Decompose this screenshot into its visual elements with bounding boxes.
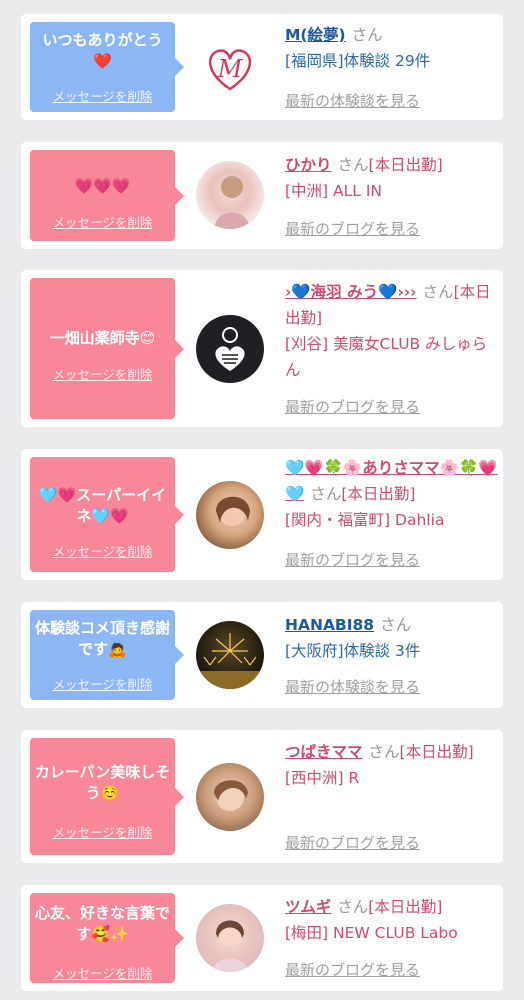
delete-message-link[interactable]: メッセージを削除 [30, 822, 175, 841]
delete-message-link[interactable]: メッセージを削除 [30, 541, 175, 560]
latest-blog-link[interactable]: 最新のブログを見る [285, 959, 420, 980]
working-today-badge: [本日出勤] [399, 743, 474, 761]
avatar[interactable] [196, 315, 264, 383]
honorific: さん [380, 616, 412, 634]
message-card: 一畑山薬師寺😊 メッセージを削除 ›💙海羽 みう💙››› さん[本日出勤] [刈谷… [21, 270, 503, 427]
delete-message-link[interactable]: メッセージを削除 [30, 674, 175, 693]
svg-text:M: M [217, 55, 244, 83]
fireworks-avatar-icon [196, 633, 264, 689]
latest-review-link[interactable]: 最新の体験談を見る [285, 90, 420, 111]
delete-message-link[interactable]: メッセージを削除 [30, 212, 175, 231]
working-today-badge: [本日出勤] [341, 485, 416, 503]
avatar-photo-icon [212, 920, 248, 972]
sender-location: [梅田] NEW CLUB Labo [285, 924, 458, 942]
sender-location: [関内・福富町] Dahlia [285, 511, 445, 529]
message-bubble: 🩵💗スーパーイイネ🩵💗 メッセージを削除 [30, 457, 184, 572]
message-bubble: いつもありがとう ❤️ メッセージを削除 [30, 22, 184, 112]
message-bubble: 一畑山薬師寺😊 メッセージを削除 [30, 278, 184, 419]
sender-info: ›💙海羽 みう💙››› さん[本日出勤] [刈谷] 美魔女CLUB みしゅらん [285, 279, 499, 383]
message-text: 💗💗💗 [74, 177, 131, 195]
message-text: いつもありがとう ❤️ [42, 31, 163, 70]
avatar[interactable] [196, 904, 264, 972]
sender-location: [刈谷] 美魔女CLUB みしゅらん [285, 335, 488, 379]
working-today-badge: [本日出勤] [368, 156, 443, 174]
message-card: 💗💗💗 メッセージを削除 ひかり さん[本日出勤] [中洲] ALL IN 最新の… [21, 142, 503, 249]
honorific: さん [422, 283, 454, 301]
honorific: さん [310, 485, 342, 503]
honorific: さん [351, 26, 383, 44]
avatar[interactable] [196, 621, 264, 689]
message-card: 心友、好きな言葉です🥰✨ メッセージを削除 ツムギ さん[本日出勤] [梅田] N… [21, 885, 503, 991]
sender-info: つばきママ さん[本日出勤] [西中洲] R [285, 739, 499, 791]
avatar[interactable] [196, 481, 264, 549]
message-text: 🩵💗スーパーイイネ🩵💗 [38, 486, 167, 525]
latest-blog-link[interactable]: 最新のブログを見る [285, 832, 420, 853]
delete-message-link[interactable]: メッセージを削除 [30, 86, 175, 105]
message-text: 心友、好きな言葉です🥰✨ [34, 904, 170, 943]
avatar[interactable]: M [196, 33, 264, 101]
avatar[interactable] [196, 763, 264, 831]
delete-message-link[interactable]: メッセージを削除 [30, 963, 175, 982]
sender-name-link[interactable]: HANABI88 [285, 616, 374, 634]
message-text: 一畑山薬師寺😊 [49, 329, 156, 347]
sender-info: ひかり さん[本日出勤] [中洲] ALL IN [285, 152, 499, 204]
message-bubble: カレーパン美味しそう☺️ メッセージを削除 [30, 738, 184, 855]
sender-name-link[interactable]: ツムギ [285, 898, 331, 916]
avatar-photo-icon [216, 496, 250, 526]
sender-info: M(絵夢) さん [福岡県]体験談 29件 [285, 22, 499, 74]
honorific: さん [368, 743, 400, 761]
message-text: 体験談コメ頂き感謝です🙇 [34, 619, 170, 658]
sender-name-link[interactable]: ひかり [285, 156, 332, 174]
message-card: カレーパン美味しそう☺️ メッセージを削除 つばきママ さん[本日出勤] [西中洲… [21, 730, 503, 863]
honorific: さん [337, 156, 369, 174]
sender-location: [大阪府]体験談 3件 [285, 642, 421, 660]
delete-message-link[interactable]: メッセージを削除 [30, 364, 175, 383]
avatar[interactable] [196, 161, 264, 229]
heart-m-logo-icon: M [208, 49, 252, 91]
latest-blog-link[interactable]: 最新のブログを見る [285, 396, 420, 417]
sender-info: ツムギ さん[本日出勤] [梅田] NEW CLUB Labo [285, 894, 499, 946]
honorific: さん [337, 898, 369, 916]
sender-name-link[interactable]: M(絵夢) [285, 26, 346, 44]
latest-blog-link[interactable]: 最新のブログを見る [285, 549, 420, 570]
sender-name-link[interactable]: つばきママ [285, 743, 363, 761]
avatar-photo-icon [214, 780, 248, 811]
message-bubble: 体験談コメ頂き感謝です🙇 メッセージを削除 [30, 610, 184, 700]
latest-review-link[interactable]: 最新の体験談を見る [285, 676, 420, 697]
working-today-badge: [本日出勤] [368, 898, 443, 916]
message-card: 体験談コメ頂き感謝です🙇 メッセージを削除 HANABI88 さん [大阪府]体験… [21, 602, 503, 708]
sender-location: [福岡県]体験談 29件 [285, 52, 431, 70]
message-bubble: 💗💗💗 メッセージを削除 [30, 150, 184, 241]
latest-blog-link[interactable]: 最新のブログを見る [285, 218, 420, 239]
avatar-photo-icon [214, 176, 250, 229]
sender-location: [中洲] ALL IN [285, 182, 382, 200]
message-bubble: 心友、好きな言葉です🥰✨ メッセージを削除 [30, 893, 184, 983]
sender-info: 🩵💗🍀🌸ありさママ🌸🍀💗🩵 さん[本日出勤] [関内・福富町] Dahlia [285, 455, 499, 533]
message-text: カレーパン美味しそう☺️ [34, 763, 171, 802]
message-card: 🩵💗スーパーイイネ🩵💗 メッセージを削除 🩵💗🍀🌸ありさママ🌸🍀💗🩵 さん[本日出… [21, 449, 503, 580]
heart-logo-avatar-icon [215, 327, 245, 371]
sender-name-link[interactable]: ›💙海羽 みう💙››› [285, 283, 417, 301]
sender-location: [西中洲] R [285, 769, 360, 787]
message-card: いつもありがとう ❤️ メッセージを削除 M M(絵夢) さん [福岡県]体験談 … [21, 14, 503, 120]
sender-info: HANABI88 さん [大阪府]体験談 3件 [285, 612, 499, 664]
